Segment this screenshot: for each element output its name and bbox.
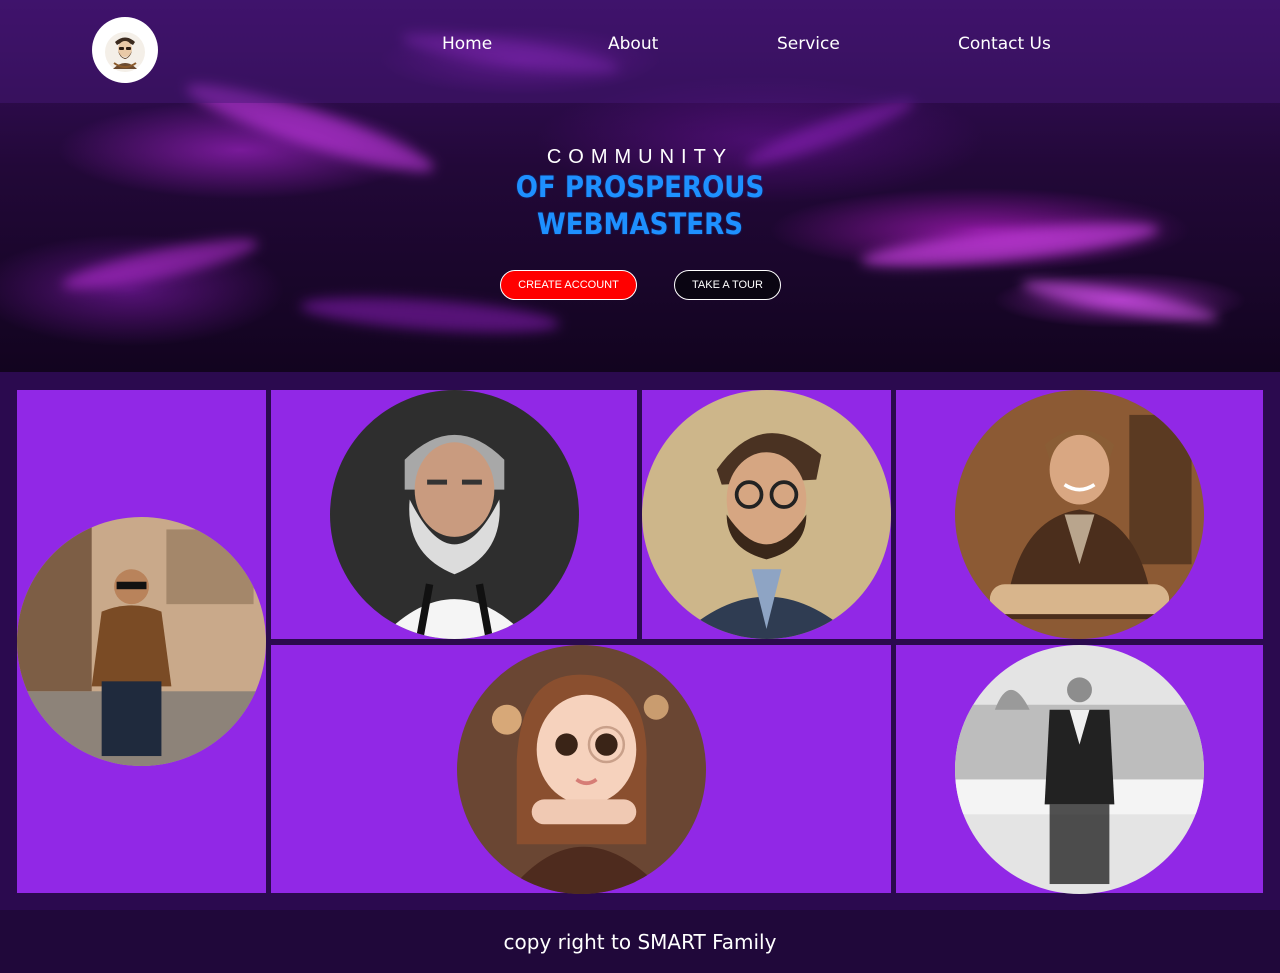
navbar: Home About Service Contact Us (0, 0, 1280, 103)
cartoon-girl-photo[interactable] (457, 645, 706, 894)
man-in-leather-jacket-photo[interactable] (955, 390, 1204, 639)
hero-line-webmasters: WEBMASTERS (536, 207, 744, 241)
bearded-man-logo-icon (105, 32, 145, 72)
hero-swirl (59, 229, 261, 299)
hero-swirl (1019, 272, 1221, 330)
gallery-tile (271, 645, 891, 894)
photo-gallery (0, 372, 1280, 910)
footer-copyright: copy right to SMART Family (503, 929, 777, 954)
man-in-suit-photo[interactable] (955, 645, 1204, 894)
logo[interactable] (92, 17, 158, 83)
footer: copy right to SMART Family (0, 910, 1280, 973)
gallery-tile (17, 390, 266, 893)
man-in-brown-shirt-photo[interactable] (17, 517, 266, 766)
old-bearded-man-photo[interactable] (330, 390, 579, 639)
hero-swirl (859, 214, 1161, 276)
hero-line-prosperous: OF PROSPEROUS (515, 170, 765, 204)
nav-service-link[interactable]: Service (777, 34, 840, 54)
nav-home-link[interactable]: Home (442, 34, 492, 54)
hero-heading: COMMUNITY OF PROSPEROUS WEBMASTERS (440, 145, 840, 243)
gallery-tile (896, 390, 1263, 639)
nav-about-link[interactable]: About (608, 34, 658, 54)
gallery-tile (642, 390, 891, 639)
man-with-glasses-photo[interactable] (642, 390, 891, 639)
gallery-tile (896, 645, 1263, 894)
take-a-tour-button[interactable]: TAKE A TOUR (674, 270, 781, 300)
create-account-button[interactable]: CREATE ACCOUNT (500, 270, 637, 300)
nav-contact-link[interactable]: Contact Us (958, 34, 1051, 54)
hero-line-community: COMMUNITY (546, 146, 734, 168)
gallery-tile (271, 390, 637, 639)
hero-section: Home About Service Contact Us COMMUNITY … (0, 0, 1280, 372)
